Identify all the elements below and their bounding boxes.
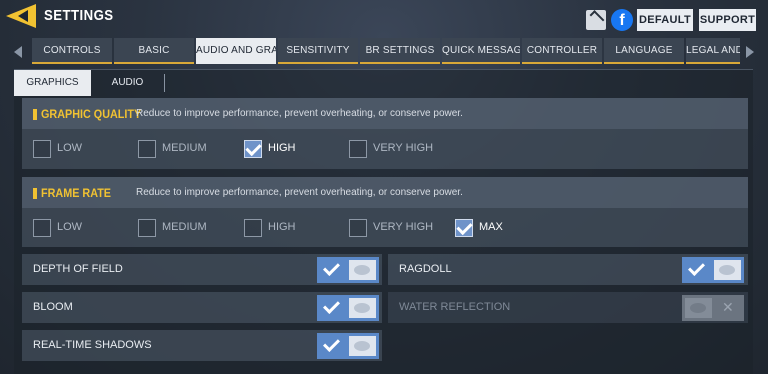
support-button[interactable]: SUPPORT bbox=[699, 9, 756, 31]
ragdoll-toggle[interactable] bbox=[682, 257, 744, 283]
default-button[interactable]: DEFAULT bbox=[637, 9, 693, 31]
back-arrow-icon[interactable] bbox=[6, 4, 36, 28]
option-label: MEDIUM bbox=[162, 142, 207, 154]
tab-scroll-left-icon[interactable] bbox=[14, 46, 22, 58]
bloom-toggle[interactable] bbox=[317, 295, 379, 321]
ragdoll-label: RAGDOLL bbox=[399, 263, 452, 275]
checkbox[interactable] bbox=[349, 140, 367, 158]
option-label: LOW bbox=[57, 221, 83, 233]
tab-controls[interactable]: CONTROLS bbox=[32, 38, 112, 64]
water-reflection-row: WATER REFLECTION ✕ bbox=[388, 292, 748, 323]
toggle-knob bbox=[349, 336, 376, 356]
option-label: VERY HIGH bbox=[373, 142, 434, 154]
option-label: MAX bbox=[479, 221, 503, 233]
toggle-knob bbox=[349, 298, 376, 318]
check-icon bbox=[323, 297, 340, 314]
checkbox[interactable] bbox=[33, 140, 51, 158]
close-icon: ✕ bbox=[722, 299, 734, 315]
checkbox[interactable] bbox=[349, 219, 367, 237]
tab-sensitivity[interactable]: SENSITIVITY bbox=[278, 38, 358, 64]
option-label: HIGH bbox=[268, 221, 296, 233]
subtab-audio[interactable]: AUDIO bbox=[91, 70, 164, 96]
ragdoll-row: RAGDOLL bbox=[388, 254, 748, 285]
option-label: VERY HIGH bbox=[373, 221, 434, 233]
real-time-shadows-toggle[interactable] bbox=[317, 333, 379, 359]
water-reflection-label: WATER REFLECTION bbox=[399, 301, 511, 313]
graphic-quality-description: Reduce to improve performance, prevent o… bbox=[136, 108, 463, 119]
real-time-shadows-label: REAL-TIME SHADOWS bbox=[33, 339, 152, 351]
frame-rate-description: Reduce to improve performance, prevent o… bbox=[136, 187, 463, 198]
tab-legal[interactable]: LEGAL AND PI bbox=[686, 38, 740, 64]
page-title: SETTINGS bbox=[44, 7, 114, 24]
rank-chevron-icon[interactable] bbox=[586, 10, 606, 30]
real-time-shadows-row: REAL-TIME SHADOWS bbox=[22, 330, 382, 361]
graphic-quality-title: GRAPHIC QUALITY bbox=[41, 107, 142, 121]
top-bar: SETTINGS f DEFAULT SUPPORT bbox=[0, 0, 768, 36]
depth-of-field-toggle[interactable] bbox=[317, 257, 379, 283]
option-label: LOW bbox=[57, 142, 83, 154]
tab-br-settings[interactable]: BR SETTINGS bbox=[360, 38, 440, 64]
toggle-knob bbox=[349, 260, 376, 280]
check-icon bbox=[323, 335, 340, 352]
checkbox[interactable] bbox=[138, 219, 156, 237]
section-marker bbox=[33, 188, 37, 199]
option-label: HIGH bbox=[268, 142, 296, 154]
frame-rate-section: FRAME RATE Reduce to improve performance… bbox=[22, 177, 748, 247]
settings-tab-bar: CONTROLS BASIC AUDIO AND GRAPHICS SENSIT… bbox=[0, 38, 768, 66]
depth-of-field-label: DEPTH OF FIELD bbox=[33, 263, 123, 275]
subtab-graphics[interactable]: GRAPHICS bbox=[14, 70, 91, 96]
toggle-knob bbox=[714, 260, 741, 280]
tab-basic[interactable]: BASIC bbox=[114, 38, 194, 64]
checkbox-checked[interactable] bbox=[455, 219, 473, 237]
section-marker bbox=[33, 109, 37, 120]
tab-language[interactable]: LANGUAGE bbox=[604, 38, 684, 64]
bloom-label: BLOOM bbox=[33, 301, 73, 313]
frame-rate-title: FRAME RATE bbox=[41, 186, 112, 200]
option-label: MEDIUM bbox=[162, 221, 207, 233]
checkbox[interactable] bbox=[33, 219, 51, 237]
facebook-icon[interactable]: f bbox=[611, 9, 633, 31]
tab-quick-message[interactable]: QUICK MESSAGE bbox=[442, 38, 520, 64]
checkbox[interactable] bbox=[244, 219, 262, 237]
graphic-quality-section: GRAPHIC QUALITY Reduce to improve perfor… bbox=[22, 98, 748, 169]
tab-audio-and-graphics[interactable]: AUDIO AND GRAPHICS bbox=[196, 38, 276, 64]
check-icon bbox=[323, 259, 340, 276]
toggle-knob bbox=[685, 298, 712, 318]
check-icon bbox=[688, 259, 705, 276]
water-reflection-toggle: ✕ bbox=[682, 295, 744, 321]
bloom-row: BLOOM bbox=[22, 292, 382, 323]
checkbox-checked[interactable] bbox=[244, 140, 262, 158]
tab-scroll-right-icon[interactable] bbox=[746, 46, 754, 58]
subtab-divider bbox=[164, 74, 165, 92]
tab-controller[interactable]: CONTROLLER bbox=[522, 38, 602, 64]
checkbox[interactable] bbox=[138, 140, 156, 158]
depth-of-field-row: DEPTH OF FIELD bbox=[22, 254, 382, 285]
